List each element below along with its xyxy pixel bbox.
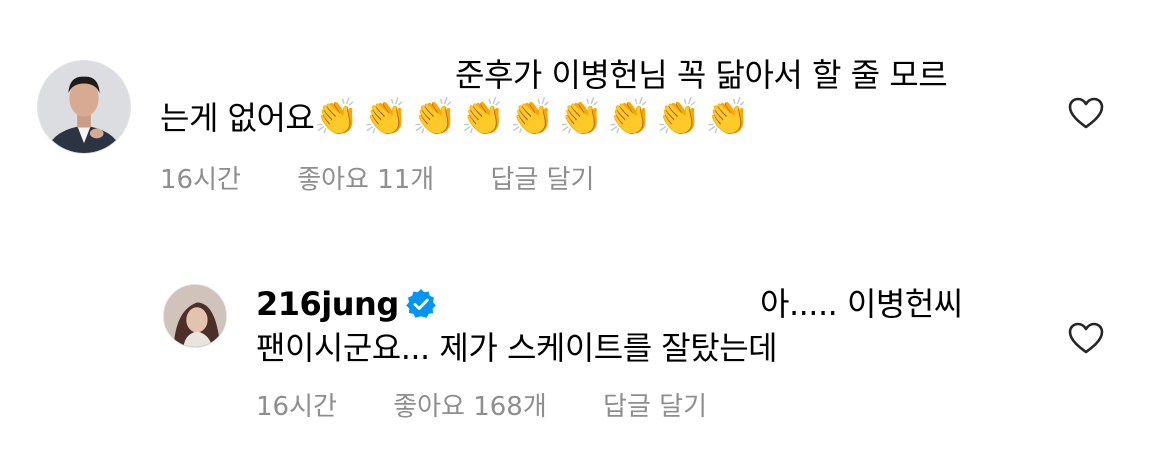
reply-comment: 216jung 아..... 이병헌씨 팬이시군요... 제가 스케이트를 잘탔… [0,270,1170,461]
comment-meta: 16시간 좋아요 168개 답글 달기 [256,390,755,424]
reply-button[interactable]: 답글 달기 [491,163,595,197]
comment-text-line: 는게 없어요👏👏👏👏👏👏👏👏👏 [160,98,754,138]
commenter-avatar[interactable] [37,60,131,154]
heart-outline-icon[interactable] [1067,321,1105,355]
username-link[interactable]: 216jung [256,284,399,324]
verified-badge-icon [405,288,437,320]
commenter-avatar[interactable] [163,284,227,348]
likes-count-link[interactable]: 좋아요 168개 [393,390,547,424]
comment: 준후가 이병헌님 꼭 닮아서 할 줄 모르 는게 없어요👏👏👏👏👏👏👏👏👏 16… [0,0,1170,220]
comment-text-line: 아..... 이병헌씨 [760,285,963,323]
reply-button[interactable]: 답글 달기 [603,390,707,424]
comment-meta: 16시간 좋아요 11개 답글 달기 [160,163,642,197]
heart-outline-icon[interactable] [1067,96,1105,130]
comment-header: 216jung [256,284,437,324]
comment-text-line: 준후가 이병헌님 꼭 닮아서 할 줄 모르 [455,56,948,94]
comment-timestamp: 16시간 [160,165,241,195]
comment-timestamp: 16시간 [256,392,337,422]
comment-text: 는게 없어요 [160,99,315,137]
comment-text-line: 팬이시군요... 제가 스케이트를 잘탔는데 [256,329,778,367]
likes-count-link[interactable]: 좋아요 11개 [297,163,434,197]
clapping-hands-emoji: 👏👏👏👏👏👏👏👏👏 [314,97,754,138]
